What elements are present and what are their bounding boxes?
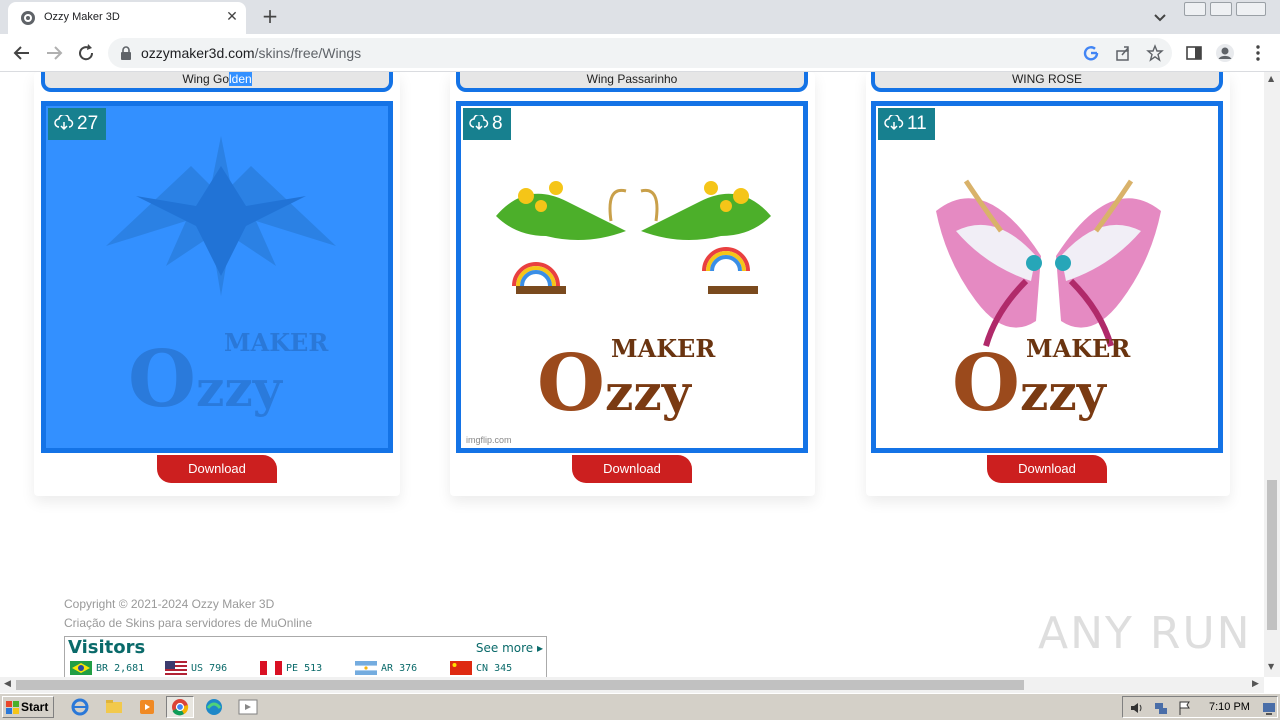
cloud-download-icon	[54, 113, 74, 131]
visitors-title: Visitors	[68, 637, 146, 658]
china-flag-icon	[450, 661, 472, 675]
back-arrow-icon[interactable]	[10, 41, 34, 65]
copyright-text: Copyright © 2021-2024 Ozzy Maker 3D	[64, 597, 275, 611]
tab-title: Ozzy Maker 3D	[44, 11, 120, 23]
new-tab-button[interactable]: +	[258, 5, 282, 29]
media-player-icon[interactable]	[133, 696, 161, 718]
horizontal-scroll-thumb[interactable]	[16, 680, 1024, 690]
skin-name-3: WING ROSE	[871, 72, 1223, 92]
internet-explorer-icon[interactable]	[66, 696, 94, 718]
scroll-down-icon[interactable]: ▼	[1268, 662, 1274, 671]
chevron-down-icon[interactable]	[1150, 7, 1170, 27]
browser-tabbar: Ozzy Maker 3D ✕ +	[0, 0, 1280, 34]
system-tray: 7:10 PM	[1122, 696, 1278, 718]
maximize-button[interactable]	[1210, 2, 1232, 16]
scroll-left-icon[interactable]: ◀	[4, 679, 11, 689]
rose-wing-image	[936, 179, 1161, 347]
more-menu-icon[interactable]	[1248, 43, 1268, 63]
golden-wing-image	[106, 136, 336, 296]
anyrun-watermark: ANY RUN	[1038, 608, 1252, 659]
skin-image-2[interactable]: 8 Ozzy MAKER imgflip.com	[456, 101, 808, 453]
globe-icon	[21, 11, 35, 25]
visitors-widget: Visitors See more ▸ BR 2,681 US 796 PE 5…	[64, 636, 547, 677]
download-button-1[interactable]: Download	[157, 455, 277, 483]
peru-flag-icon	[260, 661, 282, 675]
speaker-icon[interactable]	[1129, 700, 1145, 716]
download-count-badge: 8	[463, 108, 511, 140]
skin-image-3[interactable]: 11 Ozzy MAKER	[871, 101, 1223, 453]
maker-logo-text: MAKER	[224, 328, 329, 357]
address-bar[interactable]: ozzymaker3d.com/skins/free/Wings	[108, 38, 1172, 68]
download-button-2[interactable]: Download	[572, 455, 692, 483]
cloud-download-icon	[469, 113, 489, 131]
download-count-badge: 11	[878, 108, 935, 140]
bird-wing-image	[496, 181, 771, 294]
chrome-icon	[172, 699, 189, 716]
page-viewport: Wing Golden 27 Ozzy MAKER Download Wing …	[0, 72, 1264, 677]
sidepanel-icon[interactable]	[1184, 43, 1204, 63]
network-icon[interactable]	[1153, 700, 1169, 716]
browser-tab[interactable]: Ozzy Maker 3D ✕	[8, 2, 246, 34]
windows-taskbar: Start 7:10 PM	[0, 693, 1280, 720]
start-button[interactable]: Start	[2, 696, 54, 718]
star-icon[interactable]	[1146, 44, 1164, 62]
share-icon[interactable]	[1114, 44, 1132, 62]
close-tab-icon[interactable]: ✕	[222, 7, 242, 27]
argentina-flag-icon	[355, 661, 377, 675]
vertical-scrollbar[interactable]: ▲ ▼	[1264, 72, 1280, 677]
brazil-flag-icon	[70, 661, 92, 675]
scroll-right-icon[interactable]: ▶	[1252, 679, 1259, 689]
scroll-up-icon[interactable]: ▲	[1268, 74, 1274, 83]
windows-logo-icon	[6, 701, 19, 714]
show-desktop-icon[interactable]	[1261, 700, 1277, 716]
profile-icon[interactable]	[1215, 43, 1235, 63]
url-text[interactable]: ozzymaker3d.com/skins/free/Wings	[141, 45, 361, 61]
clock: 7:10 PM	[1209, 701, 1250, 713]
app-window-icon[interactable]	[234, 696, 262, 718]
skin-name-1: Wing Golden	[41, 72, 393, 92]
browser-toolbar: ozzymaker3d.com/skins/free/Wings	[0, 34, 1280, 72]
vertical-scroll-thumb[interactable]	[1267, 480, 1277, 630]
flag-icon[interactable]	[1177, 700, 1193, 716]
minimize-button[interactable]	[1184, 2, 1206, 16]
skin-name-2: Wing Passarinho	[456, 72, 808, 92]
usa-flag-icon	[165, 661, 187, 675]
forward-arrow-icon[interactable]	[42, 41, 66, 65]
footer-tagline: Criação de Skins para servidores de MuOn…	[64, 616, 313, 630]
imgflip-watermark: imgflip.com	[466, 435, 512, 445]
skin-image-1[interactable]: 27 Ozzy MAKER	[41, 101, 393, 453]
folder-icon[interactable]	[100, 696, 128, 718]
horizontal-scrollbar[interactable]: ◀ ▶	[0, 677, 1264, 693]
cloud-download-icon	[884, 113, 904, 131]
chrome-taskbar-button[interactable]	[166, 696, 194, 718]
lock-icon[interactable]	[120, 46, 132, 60]
window-close-button[interactable]	[1236, 2, 1266, 16]
reload-icon[interactable]	[74, 41, 98, 65]
see-more-link[interactable]: See more ▸	[476, 641, 543, 655]
google-icon[interactable]	[1082, 44, 1100, 62]
edge-icon[interactable]	[200, 696, 228, 718]
maker-logo-text: MAKER	[1026, 334, 1131, 363]
download-button-3[interactable]: Download	[987, 455, 1107, 483]
maker-logo-text: MAKER	[611, 334, 716, 363]
